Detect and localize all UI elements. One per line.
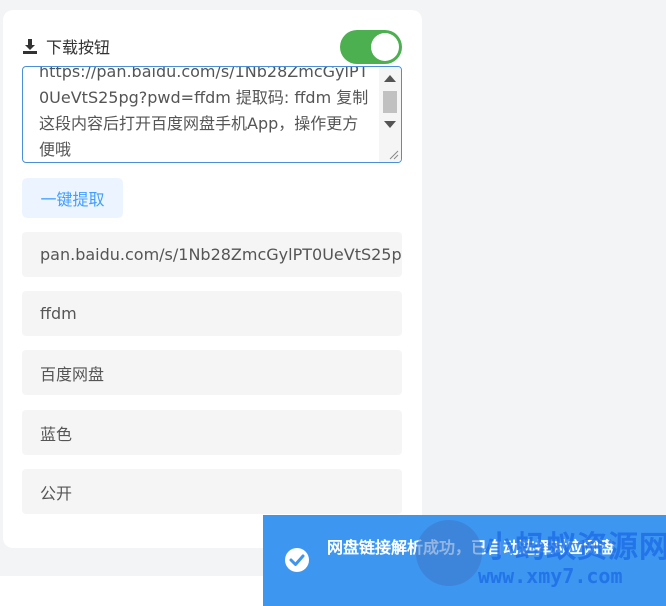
disk-type-field[interactable]: 百度网盘 (22, 350, 402, 395)
bottom-panel (0, 576, 280, 606)
toggle-knob (371, 33, 399, 61)
toast-message: 网盘链接解析成功，已自动选择对应网盘 (327, 538, 616, 557)
scroll-up-icon[interactable] (384, 75, 396, 82)
password-field[interactable]: ffdm (22, 291, 402, 336)
download-icon (23, 39, 37, 54)
resize-grip-icon (389, 150, 399, 160)
link-field[interactable]: pan.baidu.com/s/1Nb28ZmcGylPT0UeVtS25pg (22, 232, 402, 277)
success-toast: 网盘链接解析成功，已自动选择对应网盘 (263, 515, 666, 606)
color-field[interactable]: 蓝色 (22, 410, 402, 455)
scroll-thumb[interactable] (383, 91, 397, 113)
textarea-scrollbar[interactable] (379, 67, 401, 149)
check-circle-icon (285, 548, 309, 572)
section-header: 下载按钮 (22, 34, 110, 58)
one-click-extract-button[interactable]: 一键提取 (22, 178, 123, 218)
resize-handle[interactable] (379, 147, 401, 162)
share-link-textarea[interactable]: https://pan.baidu.com/s/1Nb28ZmcGylPT0Ue… (22, 66, 402, 163)
share-link-text: https://pan.baidu.com/s/1Nb28ZmcGylPT0Ue… (39, 66, 369, 159)
download-button-toggle[interactable] (340, 30, 402, 64)
visibility-field[interactable]: 公开 (22, 469, 402, 514)
scroll-down-icon[interactable] (384, 121, 396, 128)
section-title: 下载按钮 (46, 38, 111, 57)
